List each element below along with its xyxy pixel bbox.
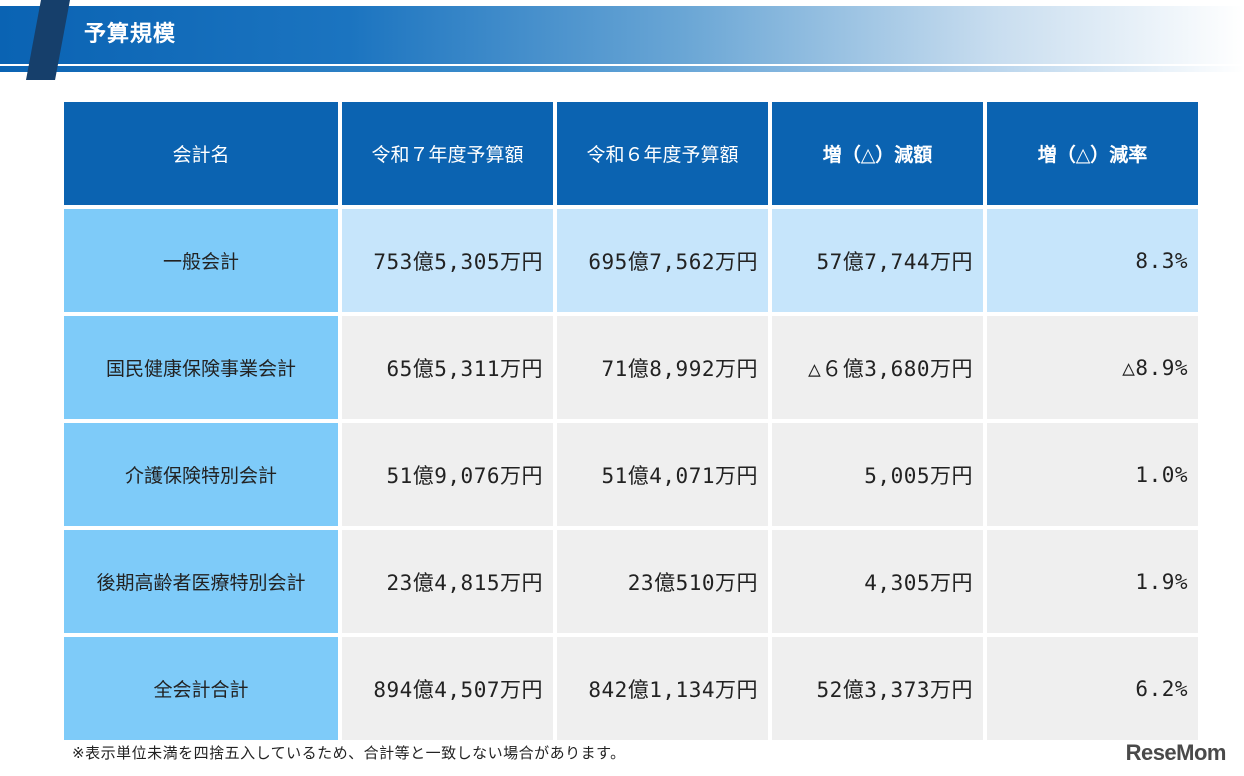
diff-amount: 57億7,744万円	[772, 209, 983, 312]
r6-budget: 842億1,134万円	[557, 637, 768, 740]
account-name: 国民健康保険事業会計	[64, 316, 338, 419]
diff-amount: 5,005万円	[772, 423, 983, 526]
column-header-r6-budget: 令和６年度予算額	[557, 102, 768, 205]
r7-budget: 23億4,815万円	[342, 530, 553, 633]
column-header-account: 会計名	[64, 102, 338, 205]
diff-amount: 4,305万円	[772, 530, 983, 633]
table-row-national-health: 国民健康保険事業会計 65億5,311万円 71億8,992万円 △６億3,68…	[64, 316, 1198, 419]
r6-budget: 695億7,562万円	[557, 209, 768, 312]
resemom-watermark-logo: ReseMom	[1125, 740, 1227, 765]
r7-budget: 51億9,076万円	[342, 423, 553, 526]
diff-amount: 52億3,373万円	[772, 637, 983, 740]
column-header-diff-rate: 増（△）減率	[987, 102, 1198, 205]
diff-amount: △６億3,680万円	[772, 316, 983, 419]
r7-budget: 753億5,305万円	[342, 209, 553, 312]
diff-rate: 8.3%	[987, 209, 1198, 312]
budget-table: 会計名 令和７年度予算額 令和６年度予算額 増（△）減額 増（△）減率 一般会計…	[60, 98, 1202, 744]
r6-budget: 51億4,071万円	[557, 423, 768, 526]
footnote: ※表示単位未満を四捨五入しているため、合計等と一致しない場合があります。	[72, 744, 626, 762]
diff-rate: 1.9%	[987, 530, 1198, 633]
diff-rate: 6.2%	[987, 637, 1198, 740]
header-underline	[0, 66, 1244, 72]
column-header-diff-amount: 増（△）減額	[772, 102, 983, 205]
r6-budget: 23億510万円	[557, 530, 768, 633]
r7-budget: 894億4,507万円	[342, 637, 553, 740]
page-title: 予算規模	[84, 22, 177, 47]
column-header-r7-budget: 令和７年度予算額	[342, 102, 553, 205]
table-header-row: 会計名 令和７年度予算額 令和６年度予算額 増（△）減額 増（△）減率	[64, 102, 1198, 205]
table-row-total: 全会計合計 894億4,507万円 842億1,134万円 52億3,373万円…	[64, 637, 1198, 740]
diff-rate: △8.9%	[987, 316, 1198, 419]
diff-rate: 1.0%	[987, 423, 1198, 526]
r6-budget: 71億8,992万円	[557, 316, 768, 419]
account-name: 全会計合計	[64, 637, 338, 740]
table-row-nursing-care: 介護保険特別会計 51億9,076万円 51億4,071万円 5,005万円 1…	[64, 423, 1198, 526]
account-name: 後期高齢者医療特別会計	[64, 530, 338, 633]
account-name: 一般会計	[64, 209, 338, 312]
table-row-general: 一般会計 753億5,305万円 695億7,562万円 57億7,744万円 …	[64, 209, 1198, 312]
header-banner	[0, 6, 1244, 64]
table-row-elderly-medical: 後期高齢者医療特別会計 23億4,815万円 23億510万円 4,305万円 …	[64, 530, 1198, 633]
r7-budget: 65億5,311万円	[342, 316, 553, 419]
account-name: 介護保険特別会計	[64, 423, 338, 526]
